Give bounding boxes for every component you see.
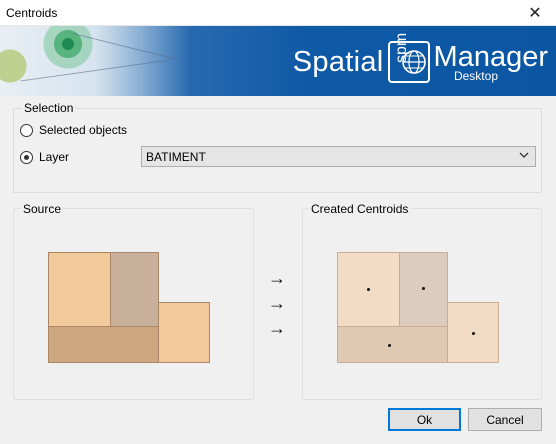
centroid-point <box>472 332 475 335</box>
radio-layer[interactable]: Layer <box>20 150 69 164</box>
arrow-icon: → <box>268 293 286 313</box>
logo-word-spm: spm <box>392 32 410 63</box>
logo-word-desktop: Desktop <box>453 69 498 83</box>
centroid-point <box>367 288 370 291</box>
radio-label-layer: Layer <box>39 150 70 164</box>
ok-button[interactable]: Ok <box>388 408 461 431</box>
source-polygon <box>48 252 111 327</box>
centroid-point <box>388 344 391 347</box>
source-label: Source <box>21 202 64 216</box>
centroid-point <box>422 287 425 290</box>
logo-word-manager: Manager <box>433 41 548 73</box>
chevron-down-icon[interactable] <box>519 150 529 163</box>
close-icon[interactable]: ✕ <box>514 0 556 26</box>
selection-legend: Selection <box>22 101 76 115</box>
radio-label-selected-objects: Selected objects <box>39 123 128 137</box>
centroid-polygon <box>337 326 448 363</box>
radio-button-layer[interactable] <box>20 150 33 164</box>
source-polygon <box>110 252 159 327</box>
window-title: Centroids <box>6 6 58 20</box>
source-polygon <box>48 326 159 363</box>
created-centroids-label: Created Centroids <box>309 202 411 216</box>
arrow-icon: → <box>268 268 286 288</box>
layer-select[interactable]: BATIMENT <box>141 146 536 167</box>
source-polygon <box>158 302 210 363</box>
arrow-icon: → <box>268 318 286 338</box>
cancel-button[interactable]: Cancel <box>468 408 542 431</box>
spatial-manager-logo: Spatial spm Manager Desktop <box>292 33 548 86</box>
radio-button-selected-objects[interactable] <box>20 123 33 137</box>
title-bar: Centroids ✕ <box>0 0 556 26</box>
radio-selected-objects[interactable]: Selected objects <box>20 123 127 137</box>
logo-word-spatial: Spatial <box>292 45 384 78</box>
brand-banner: Spatial spm Manager Desktop <box>0 26 556 96</box>
layer-select-value: BATIMENT <box>146 149 206 164</box>
spm-globe-icon: spm <box>387 33 430 83</box>
